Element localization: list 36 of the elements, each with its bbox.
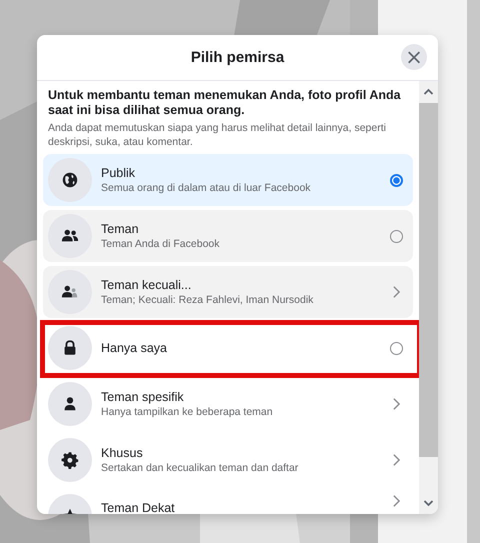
intro-heading: Untuk membantu teman menemukan Anda, foto profil Anda saat ini bisa dilihat semua orang.	[48, 88, 402, 118]
option-description: Hanya tampilkan ke beberapa teman	[101, 404, 274, 420]
option-label: Khusus	[101, 444, 144, 460]
radio-button[interactable]	[390, 174, 403, 186]
globe-icon	[61, 171, 79, 189]
scrollbar-thumb[interactable]	[419, 103, 438, 457]
option-description: Teman; Kecuali: Reza Fahlevi, Iman Nursodik	[101, 292, 314, 308]
audience-option[interactable]: Teman kecuali... Teman; Kecuali: Reza Fahlevi, Iman Nursodik	[43, 266, 413, 318]
chevron-right-icon	[392, 494, 401, 508]
audience-option[interactable]: Teman Teman Anda di Facebook	[43, 210, 413, 262]
audience-option[interactable]: Teman spesifik Hanya tampilkan ke beberapa teman	[43, 378, 413, 430]
gear-icon	[61, 451, 79, 469]
scroll-up-icon[interactable]	[423, 88, 434, 96]
audience-option[interactable]: Teman Dekat	[43, 490, 413, 514]
intro-text: Anda dapat memutuskan siapa yang harus melihat detail lainnya, seperti deskripsi, suka, atau komentar.	[48, 121, 387, 149]
option-description: Teman Anda di Facebook	[101, 236, 220, 252]
option-label: Hanya saya	[101, 340, 168, 356]
audience-option[interactable]: Hanya saya	[43, 322, 413, 374]
chevron-right-icon	[392, 453, 401, 467]
option-label: Teman Dekat	[101, 500, 176, 514]
option-label: Teman	[101, 220, 140, 236]
chevron-right-icon	[392, 285, 401, 299]
option-label: Teman spesifik	[101, 388, 185, 404]
dialog-title: Pilih pemirsa	[190, 49, 284, 66]
option-description: Sertakan dan kecualikan teman dan daftar	[101, 460, 300, 476]
radio-button[interactable]	[390, 230, 403, 242]
chevron-right-icon	[392, 397, 401, 411]
option-label: Teman kecuali...	[101, 276, 192, 292]
option-description: Semua orang di dalam atau di luar Facebook	[101, 180, 312, 196]
radio-button[interactable]	[390, 342, 403, 354]
audience-option[interactable]: Publik Semua orang di dalam atau di luar Facebook	[43, 154, 413, 206]
close-button[interactable]: ×	[401, 44, 427, 70]
scroll-down-icon[interactable]	[423, 499, 434, 507]
option-label: Publik	[101, 164, 136, 180]
audience-option[interactable]: Khusus Sertakan dan kecualikan teman dan daftar	[43, 434, 413, 486]
scrollbar[interactable]	[419, 81, 438, 514]
